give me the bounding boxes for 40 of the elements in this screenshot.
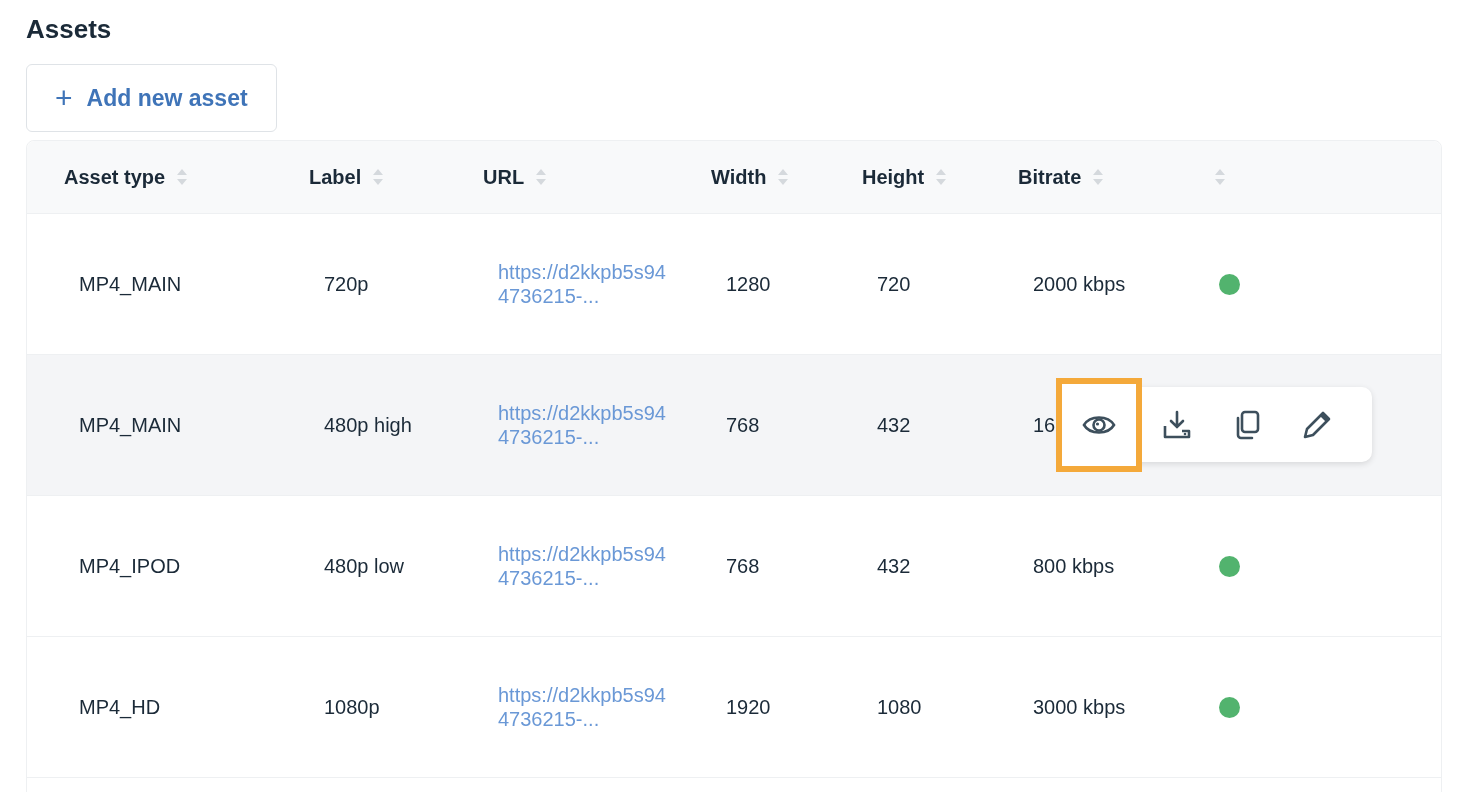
column-header[interactable]: Label [309, 165, 362, 189]
sort-icon[interactable] [1092, 168, 1105, 186]
column-header[interactable]: URL [483, 165, 525, 189]
sort-icon[interactable] [535, 168, 548, 186]
page-title: Assets [26, 14, 112, 45]
table-cell: MP4_HD [79, 695, 161, 719]
column-header[interactable]: Asset type [64, 165, 166, 189]
table-cell: 480p low [324, 554, 405, 578]
download-icon [1162, 409, 1192, 440]
table-cell: 3000 kbps [1033, 695, 1126, 719]
table-cell: 432 [877, 554, 911, 578]
table-cell: MP4_IPOD [79, 554, 181, 578]
sort-icon[interactable] [176, 168, 189, 186]
column-header[interactable]: Height [862, 165, 925, 189]
table-cell: 1080p [324, 695, 380, 719]
table-cell: 432 [877, 413, 911, 437]
table-cell: 16 [1033, 413, 1056, 437]
sort-icon[interactable] [372, 168, 385, 186]
view-button[interactable] [1056, 377, 1142, 472]
table-cell: 2000 kbps [1033, 272, 1126, 296]
table-cell: 1280 [726, 272, 771, 296]
sort-icon[interactable] [1214, 168, 1226, 186]
table-cell: 1080 [877, 695, 922, 719]
table-cell: 720p [324, 272, 369, 296]
sort-icon[interactable] [777, 168, 790, 186]
table-row[interactable]: MP4_MAIN 480p high https://d2kkpb5s94 4736215-... 768 432 16 [27, 355, 1441, 496]
table-cell: MP4_MAIN [79, 272, 182, 296]
table-cell: MP4_MAIN [79, 413, 182, 437]
table-cell: 800 kbps [1033, 554, 1115, 578]
pencil-icon [1302, 409, 1332, 440]
copy-icon [1234, 409, 1260, 440]
sort-icon[interactable] [935, 168, 948, 186]
add-asset-button[interactable]: + Add new asset [26, 64, 277, 132]
table-cell: 480p high [324, 413, 412, 437]
column-header[interactable]: Bitrate [1018, 165, 1082, 189]
column-header[interactable]: Width [711, 165, 767, 189]
table-cell: 720 [877, 272, 911, 296]
table-cell: 1920 [726, 695, 771, 719]
table-cell: 768 [726, 413, 760, 437]
table-cell: 768 [726, 554, 760, 578]
